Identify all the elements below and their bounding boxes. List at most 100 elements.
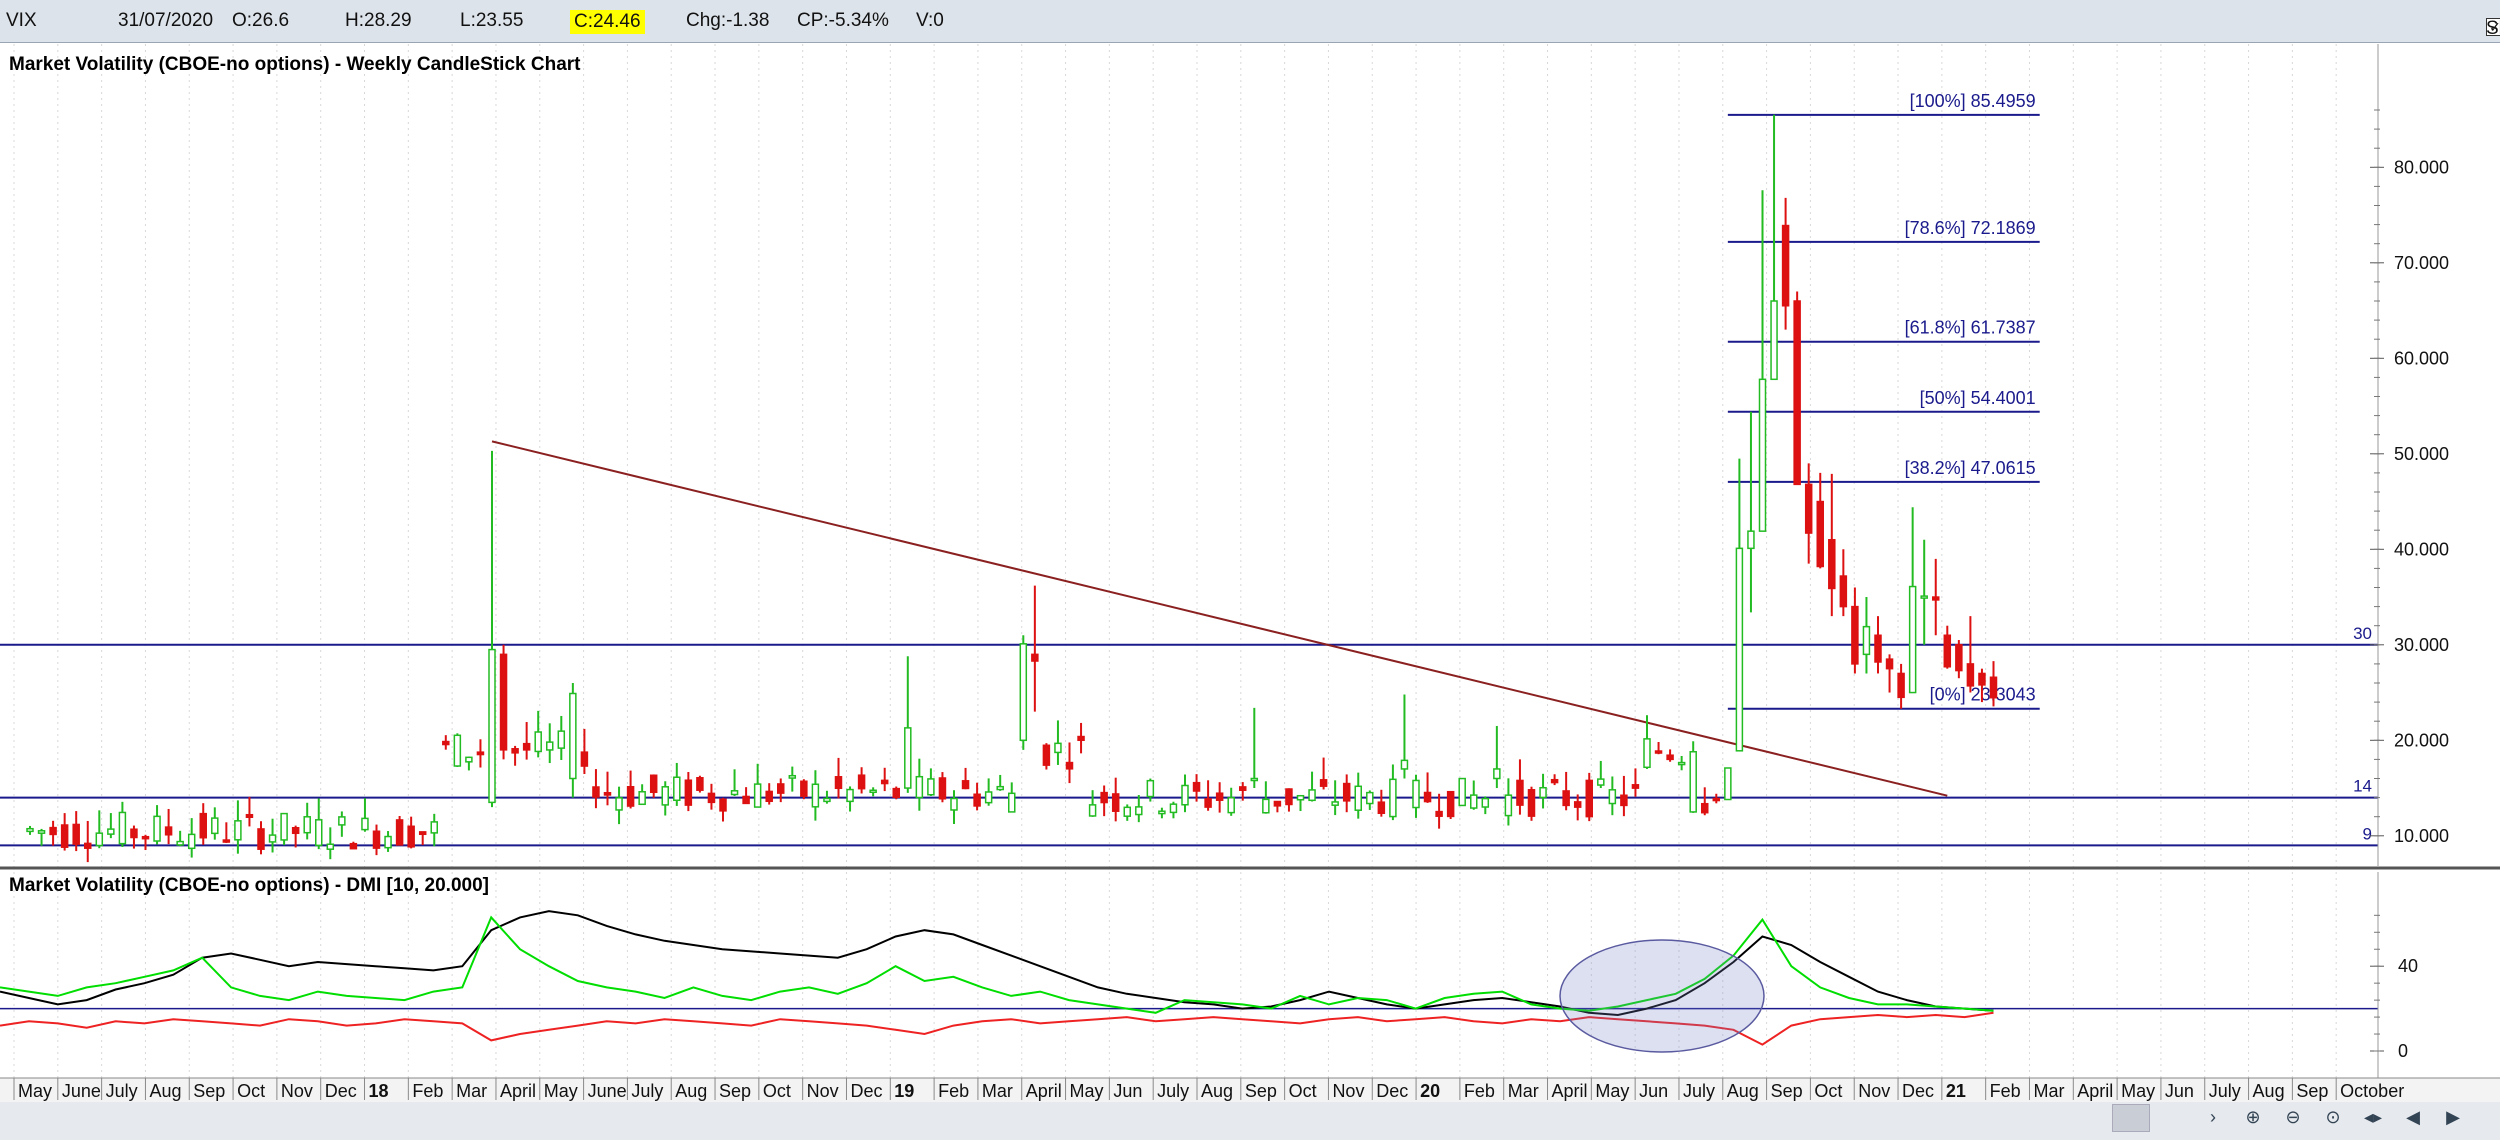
candle-body — [1527, 789, 1536, 817]
candle-body — [1631, 784, 1640, 789]
candle-body — [1828, 539, 1836, 590]
candle-body — [800, 780, 808, 797]
candle-body — [1181, 784, 1189, 806]
highlight-ellipse — [1559, 939, 1765, 1053]
candle-body — [1470, 794, 1478, 809]
zoom-in-icon[interactable]: ⊕ — [2240, 1104, 2266, 1130]
candle-body — [846, 788, 854, 803]
candle-body — [1550, 778, 1559, 784]
candle-body — [1250, 777, 1259, 782]
candle-body — [534, 731, 542, 753]
candle-body — [315, 819, 323, 847]
price-tick-label: 40.000 — [2394, 539, 2449, 559]
candle-body — [1955, 644, 1963, 672]
candle-body — [961, 780, 970, 790]
candle-body — [1158, 810, 1166, 815]
time-tick-label: 21 — [1946, 1081, 1966, 1101]
candle-body — [522, 742, 531, 751]
time-tick-label: Mar — [456, 1081, 487, 1101]
candle-body — [1885, 658, 1894, 670]
candle-body — [268, 834, 277, 843]
candle-body — [95, 832, 104, 847]
candle-body — [72, 823, 80, 845]
fib-level-label: [100%] 85.4959 — [1910, 91, 2036, 111]
time-tick-label: 18 — [369, 1081, 389, 1101]
candle-body — [1412, 779, 1420, 809]
candle-body — [1724, 767, 1732, 801]
arrow-right-icon[interactable]: ▶ — [2440, 1104, 2466, 1130]
arrow-left-icon[interactable]: ◀ — [2400, 1104, 2426, 1130]
candle-body — [661, 786, 669, 806]
time-tick-label: Mar — [2033, 1081, 2064, 1101]
candle-body — [1666, 754, 1674, 761]
time-tick-label: Aug — [149, 1081, 181, 1101]
time-tick-label: Nov — [281, 1081, 313, 1101]
candle-body — [1874, 634, 1882, 663]
candle-body — [141, 835, 150, 840]
candle-body — [130, 828, 138, 839]
candle-body — [1065, 761, 1074, 770]
dmi-tick-label: 0 — [2398, 1041, 2408, 1061]
time-tick-label: Nov — [1858, 1081, 1890, 1101]
scroll-both-icon[interactable]: ◂▸ — [2360, 1104, 2386, 1130]
candle-body — [1239, 786, 1247, 791]
time-tick-label: Jun — [1639, 1081, 1668, 1101]
candle-body — [696, 777, 704, 791]
time-tick-label: April — [1026, 1081, 1062, 1101]
candle-body — [1608, 789, 1617, 805]
candle-body — [927, 778, 935, 796]
support-line-label: 14 — [2353, 777, 2372, 796]
time-tick-label: June — [588, 1081, 627, 1101]
candle-body — [973, 793, 981, 807]
time-tick-label: May — [18, 1081, 52, 1101]
candle-body — [869, 789, 877, 794]
candle-body — [1770, 300, 1778, 381]
candle-body — [777, 783, 785, 794]
candle-body — [1446, 790, 1455, 818]
time-tick-label: Aug — [2253, 1081, 2285, 1101]
candle-body — [60, 824, 69, 848]
scrollbar-thumb[interactable] — [2112, 1104, 2150, 1132]
candle-body — [1654, 750, 1663, 754]
candle-body — [153, 815, 161, 842]
candle-body — [349, 842, 358, 850]
candle-body — [37, 830, 46, 834]
candle-body — [1019, 643, 1028, 742]
candle-body — [1008, 792, 1016, 813]
candle-body — [996, 785, 1004, 791]
candle-body — [199, 812, 207, 839]
zoom-reset-icon[interactable]: ⊙ — [2320, 1104, 2346, 1130]
time-tick-label: July — [106, 1081, 138, 1101]
candle-body — [1758, 378, 1767, 532]
candle-body — [950, 797, 958, 811]
candle-body — [1111, 793, 1120, 812]
time-tick-label: May — [1070, 1081, 1104, 1101]
time-tick-label: Sep — [1245, 1081, 1277, 1101]
candle-body — [407, 825, 415, 848]
candle-body — [1077, 735, 1085, 742]
zoom-out-icon[interactable]: ⊖ — [2280, 1104, 2306, 1130]
candle-body — [1308, 789, 1316, 802]
candle-body — [257, 828, 265, 850]
candle-body — [1366, 791, 1374, 805]
candle-body — [453, 734, 462, 767]
candle-body — [1735, 547, 1744, 752]
time-tick-label: May — [2121, 1081, 2155, 1101]
dmi-lines — [0, 910, 2378, 1053]
candle-body — [1215, 792, 1224, 801]
chevron-right-icon[interactable]: › — [2200, 1104, 2226, 1130]
candle-body — [442, 740, 450, 746]
candle-body — [1123, 806, 1131, 817]
fib-level-label: [38.2%] 47.0615 — [1905, 458, 2036, 478]
time-tick-label: 20 — [1420, 1081, 1440, 1101]
candle-body — [1712, 797, 1721, 802]
candle-body — [1643, 738, 1651, 769]
candle-body — [234, 820, 242, 841]
fib-level-label: [78.6%] 72.1869 — [1905, 218, 2036, 238]
candle-body — [938, 777, 947, 800]
candle-body — [430, 821, 438, 834]
time-tick-label: Oct — [1289, 1081, 1317, 1101]
candle-body — [187, 833, 196, 850]
candle-body — [49, 826, 57, 836]
trendline[interactable] — [491, 440, 1948, 797]
